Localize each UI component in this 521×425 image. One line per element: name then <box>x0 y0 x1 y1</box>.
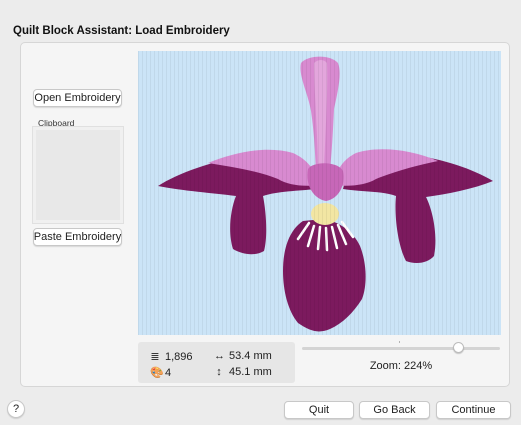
color-count: 🎨 4 <box>150 366 172 380</box>
horizontal-arrow-icon: ↔ <box>214 350 225 362</box>
stitch-count: ≣ 1,896 <box>150 350 193 364</box>
zoom-slider-tick <box>399 341 400 343</box>
open-embroidery-button[interactable]: Open Embroidery <box>33 89 122 107</box>
continue-button[interactable]: Continue <box>436 401 511 419</box>
paste-embroidery-button[interactable]: Paste Embroidery <box>33 228 122 246</box>
orchid-embroidery-design <box>138 51 501 335</box>
zoom-label: Zoom: 224% <box>369 360 433 372</box>
vertical-arrow-icon: ↕ <box>216 366 222 378</box>
stitch-lines-icon: ≣ <box>150 351 160 363</box>
design-width: ↔ 53.4 mm <box>214 350 272 362</box>
design-height: ↕ 45.1 mm <box>214 366 272 378</box>
embroidery-preview-canvas <box>138 51 501 335</box>
design-statistics: ≣ 1,896 ↔ 53.4 mm 🎨 4 ↕ 45.1 mm <box>138 342 295 383</box>
zoom-slider-track[interactable] <box>302 347 500 350</box>
go-back-button[interactable]: Go Back <box>359 401 430 419</box>
zoom-slider-thumb[interactable] <box>452 342 464 353</box>
help-button[interactable]: ? <box>7 400 25 418</box>
quit-button[interactable]: Quit <box>284 401 354 419</box>
palette-icon: 🎨 <box>150 367 164 379</box>
clipboard-preview <box>32 126 124 224</box>
dialog-title: Quilt Block Assistant: Load Embroidery <box>13 25 230 37</box>
